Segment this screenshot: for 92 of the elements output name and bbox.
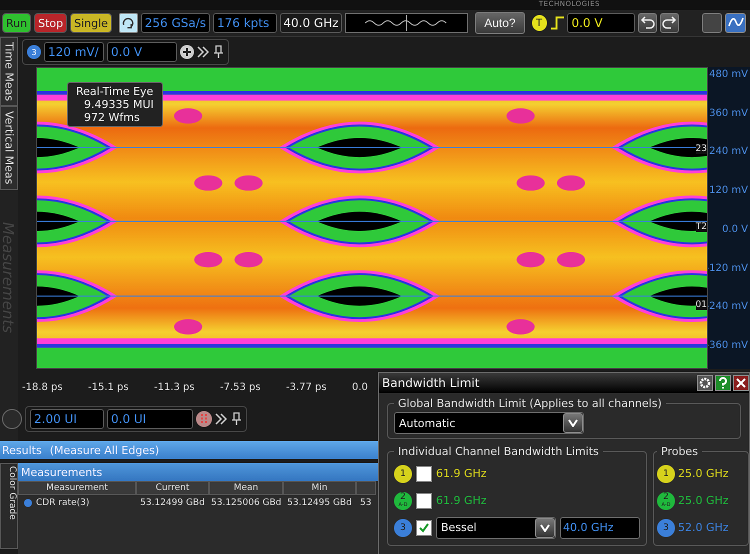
y-axis-label: 360 mV — [709, 108, 749, 119]
y-axis-label: 480 mV — [709, 69, 749, 80]
table-cell-text: 53.12495 GBd — [286, 497, 353, 510]
refresh-icon[interactable] — [118, 13, 138, 33]
settings-icon — [699, 377, 711, 389]
checkbox[interactable] — [416, 466, 432, 482]
side-tab[interactable]: Vertical Meas — [0, 106, 18, 190]
chevron-down-icon — [568, 419, 578, 427]
bandwidth-input[interactable]: 40.0 GHz — [560, 516, 640, 538]
bandwidth-value: 61.9 GHz — [436, 467, 487, 480]
marker-label: 01 — [696, 300, 707, 310]
sample-rate-field[interactable]: 256 GSa/s — [140, 13, 210, 33]
run-button[interactable]: Run — [2, 13, 32, 33]
side-tab[interactable]: Time Meas — [0, 37, 18, 106]
bandwidth-field[interactable]: 40.0 GHz — [280, 13, 342, 33]
results-subtitle: (Measure All Edges) — [50, 444, 160, 456]
y-axis-label: -120 mV — [706, 262, 749, 274]
chevron-down-icon — [540, 524, 550, 532]
y-axis-label: 0.0 V — [722, 224, 749, 235]
table-cell-text: 53.125006 GBd — [210, 497, 282, 510]
global-limit-dropdown[interactable]: Automatic — [394, 412, 584, 434]
rising-edge-icon[interactable] — [550, 15, 564, 31]
marker-label: 23 — [696, 144, 707, 154]
undo-button[interactable] — [638, 13, 657, 33]
trigger-level-field[interactable]: 0.0 V — [567, 13, 636, 33]
x-axis-label: -11.3 ps — [154, 382, 196, 392]
x-axis-label: -18.8 ps — [22, 382, 64, 392]
vertical-offset-field[interactable]: 0.0 V — [107, 42, 177, 62]
results-title: Results — [2, 444, 42, 456]
table-cell-text: 53 — [359, 497, 372, 510]
stop-button[interactable]: Stop — [34, 13, 68, 33]
channel-badge: 1 — [394, 464, 412, 482]
waveform-preview-icon — [344, 13, 468, 33]
dropdown-button[interactable] — [563, 413, 583, 433]
auto-button[interactable]: Auto? — [475, 12, 525, 34]
double-chevron-icon[interactable] — [197, 46, 209, 58]
y-axis-label: -240 mV — [706, 301, 749, 312]
marker-label: T2 — [696, 222, 707, 232]
memory-depth-field[interactable]: 176 kpts — [213, 13, 277, 33]
double-chevron-icon[interactable] — [215, 413, 227, 425]
y-axis-label: 240 mV — [709, 146, 749, 158]
column-header[interactable]: Current — [136, 481, 209, 495]
group-legend: Individual Channel Bandwidth Limits — [394, 445, 603, 458]
pin-icon[interactable] — [230, 412, 242, 426]
channel-badge[interactable]: 3 — [27, 45, 41, 59]
dialog-title: Bandwidth Limit — [382, 376, 480, 390]
group-legend: Global Bandwidth Limit (Applies to all channels) — [394, 397, 666, 410]
layout-button[interactable] — [702, 13, 722, 33]
checkbox[interactable] — [416, 492, 432, 508]
channel-badge: 3 — [657, 518, 675, 536]
timebase-icon[interactable] — [196, 411, 212, 427]
checkbox[interactable] — [416, 520, 432, 536]
settings-button[interactable] — [697, 375, 713, 391]
column-header[interactable]: Min — [283, 481, 356, 495]
filter-dropdown[interactable]: Bessel — [436, 516, 556, 538]
pin-icon[interactable] — [212, 45, 224, 59]
dropdown-button[interactable] — [535, 518, 555, 538]
probe-bandwidth: 52.0 GHz — [678, 521, 729, 534]
timebase-position-field[interactable]: 0.0 UI — [107, 409, 193, 429]
measurement-name: CDR rate(3) — [36, 498, 90, 508]
probe-bandwidth: 25.0 GHz — [678, 494, 729, 507]
redo-icon — [661, 14, 678, 30]
x-axis-label: -15.1 ps — [88, 382, 130, 392]
help-button[interactable] — [715, 375, 731, 391]
add-icon[interactable] — [180, 45, 194, 59]
table-header-cell — [356, 481, 376, 495]
column-header[interactable]: Measurement — [18, 481, 136, 495]
channel-badge: 1 — [657, 464, 675, 482]
close-icon — [736, 378, 746, 388]
redo-button[interactable] — [660, 13, 679, 33]
channel-dot — [24, 499, 32, 507]
check-icon — [418, 522, 430, 534]
close-button[interactable] — [733, 375, 749, 391]
vertical-scale-field[interactable]: 120 mV/ — [44, 42, 104, 62]
group-legend: Probes — [657, 445, 702, 458]
help-icon — [718, 377, 728, 389]
measurement-tooltip: Real-Time Eye 9.49335 MUI 972 Wfms — [67, 82, 163, 127]
color-grade-tab[interactable]: Color Grade — [0, 463, 18, 549]
column-header[interactable]: Mean — [209, 481, 283, 495]
x-axis-label: -3.77 ps — [286, 382, 328, 392]
y-axis-label: -360 mV — [706, 340, 749, 351]
timebase-scale-field[interactable]: 2.00 UI — [30, 409, 104, 429]
waveform-view-button[interactable] — [725, 13, 746, 33]
bandwidth-value: 61.9 GHz — [436, 494, 487, 507]
y-axis-label: 120 mV — [709, 185, 749, 196]
trigger-badge[interactable]: T — [532, 15, 547, 31]
x-axis-label: -7.53 ps — [220, 382, 262, 392]
single-button[interactable]: Single — [70, 13, 112, 33]
probe-bandwidth: 25.0 GHz — [678, 467, 729, 480]
channel-badge: 3 — [394, 518, 412, 536]
table-cell-text: 53.12499 GBd — [139, 497, 206, 510]
undo-icon — [640, 14, 656, 30]
